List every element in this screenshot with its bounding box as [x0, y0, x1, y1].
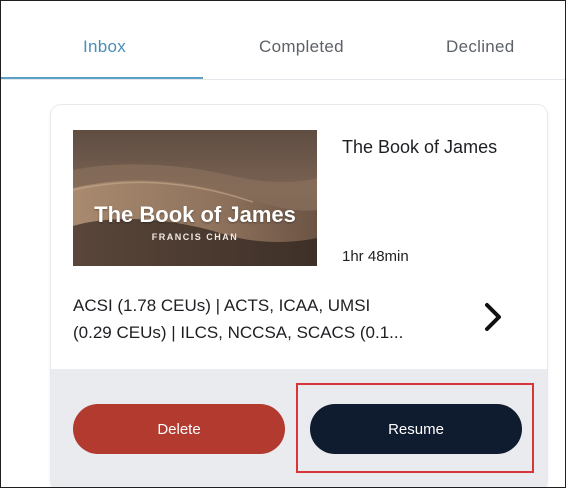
screen: Inbox Completed Declined The Book of Jam…	[0, 0, 566, 488]
tab-declined[interactable]: Declined	[446, 37, 515, 57]
resume-button[interactable]: Resume	[310, 404, 522, 454]
course-thumbnail[interactable]: The Book of James FRANCIS CHAN	[73, 130, 317, 266]
thumbnail-author: FRANCIS CHAN	[151, 232, 239, 242]
course-duration: 1hr 48min	[342, 248, 409, 265]
tab-completed[interactable]: Completed	[259, 37, 344, 57]
desert-dunes-image	[73, 130, 317, 266]
credits-info: ACSI (1.78 CEUs) | ACTS, ICAA, UMSI (0.2…	[73, 292, 463, 346]
thumbnail-title: The Book of James	[94, 202, 296, 227]
credits-line-1: ACSI (1.78 CEUs) | ACTS, ICAA, UMSI	[73, 296, 371, 315]
course-card: The Book of James FRANCIS CHAN The Book …	[51, 105, 547, 487]
tab-bar: Inbox Completed Declined	[1, 1, 565, 80]
chevron-right-icon[interactable]	[481, 301, 505, 333]
delete-button[interactable]: Delete	[73, 404, 285, 454]
credits-line-2: (0.29 CEUs) | ILCS, NCCSA, SCACS (0.1...	[73, 323, 404, 342]
action-bar: Delete Resume	[51, 369, 547, 487]
course-title[interactable]: The Book of James	[342, 137, 497, 158]
tab-inbox[interactable]: Inbox	[83, 37, 126, 57]
active-tab-indicator	[1, 77, 203, 79]
